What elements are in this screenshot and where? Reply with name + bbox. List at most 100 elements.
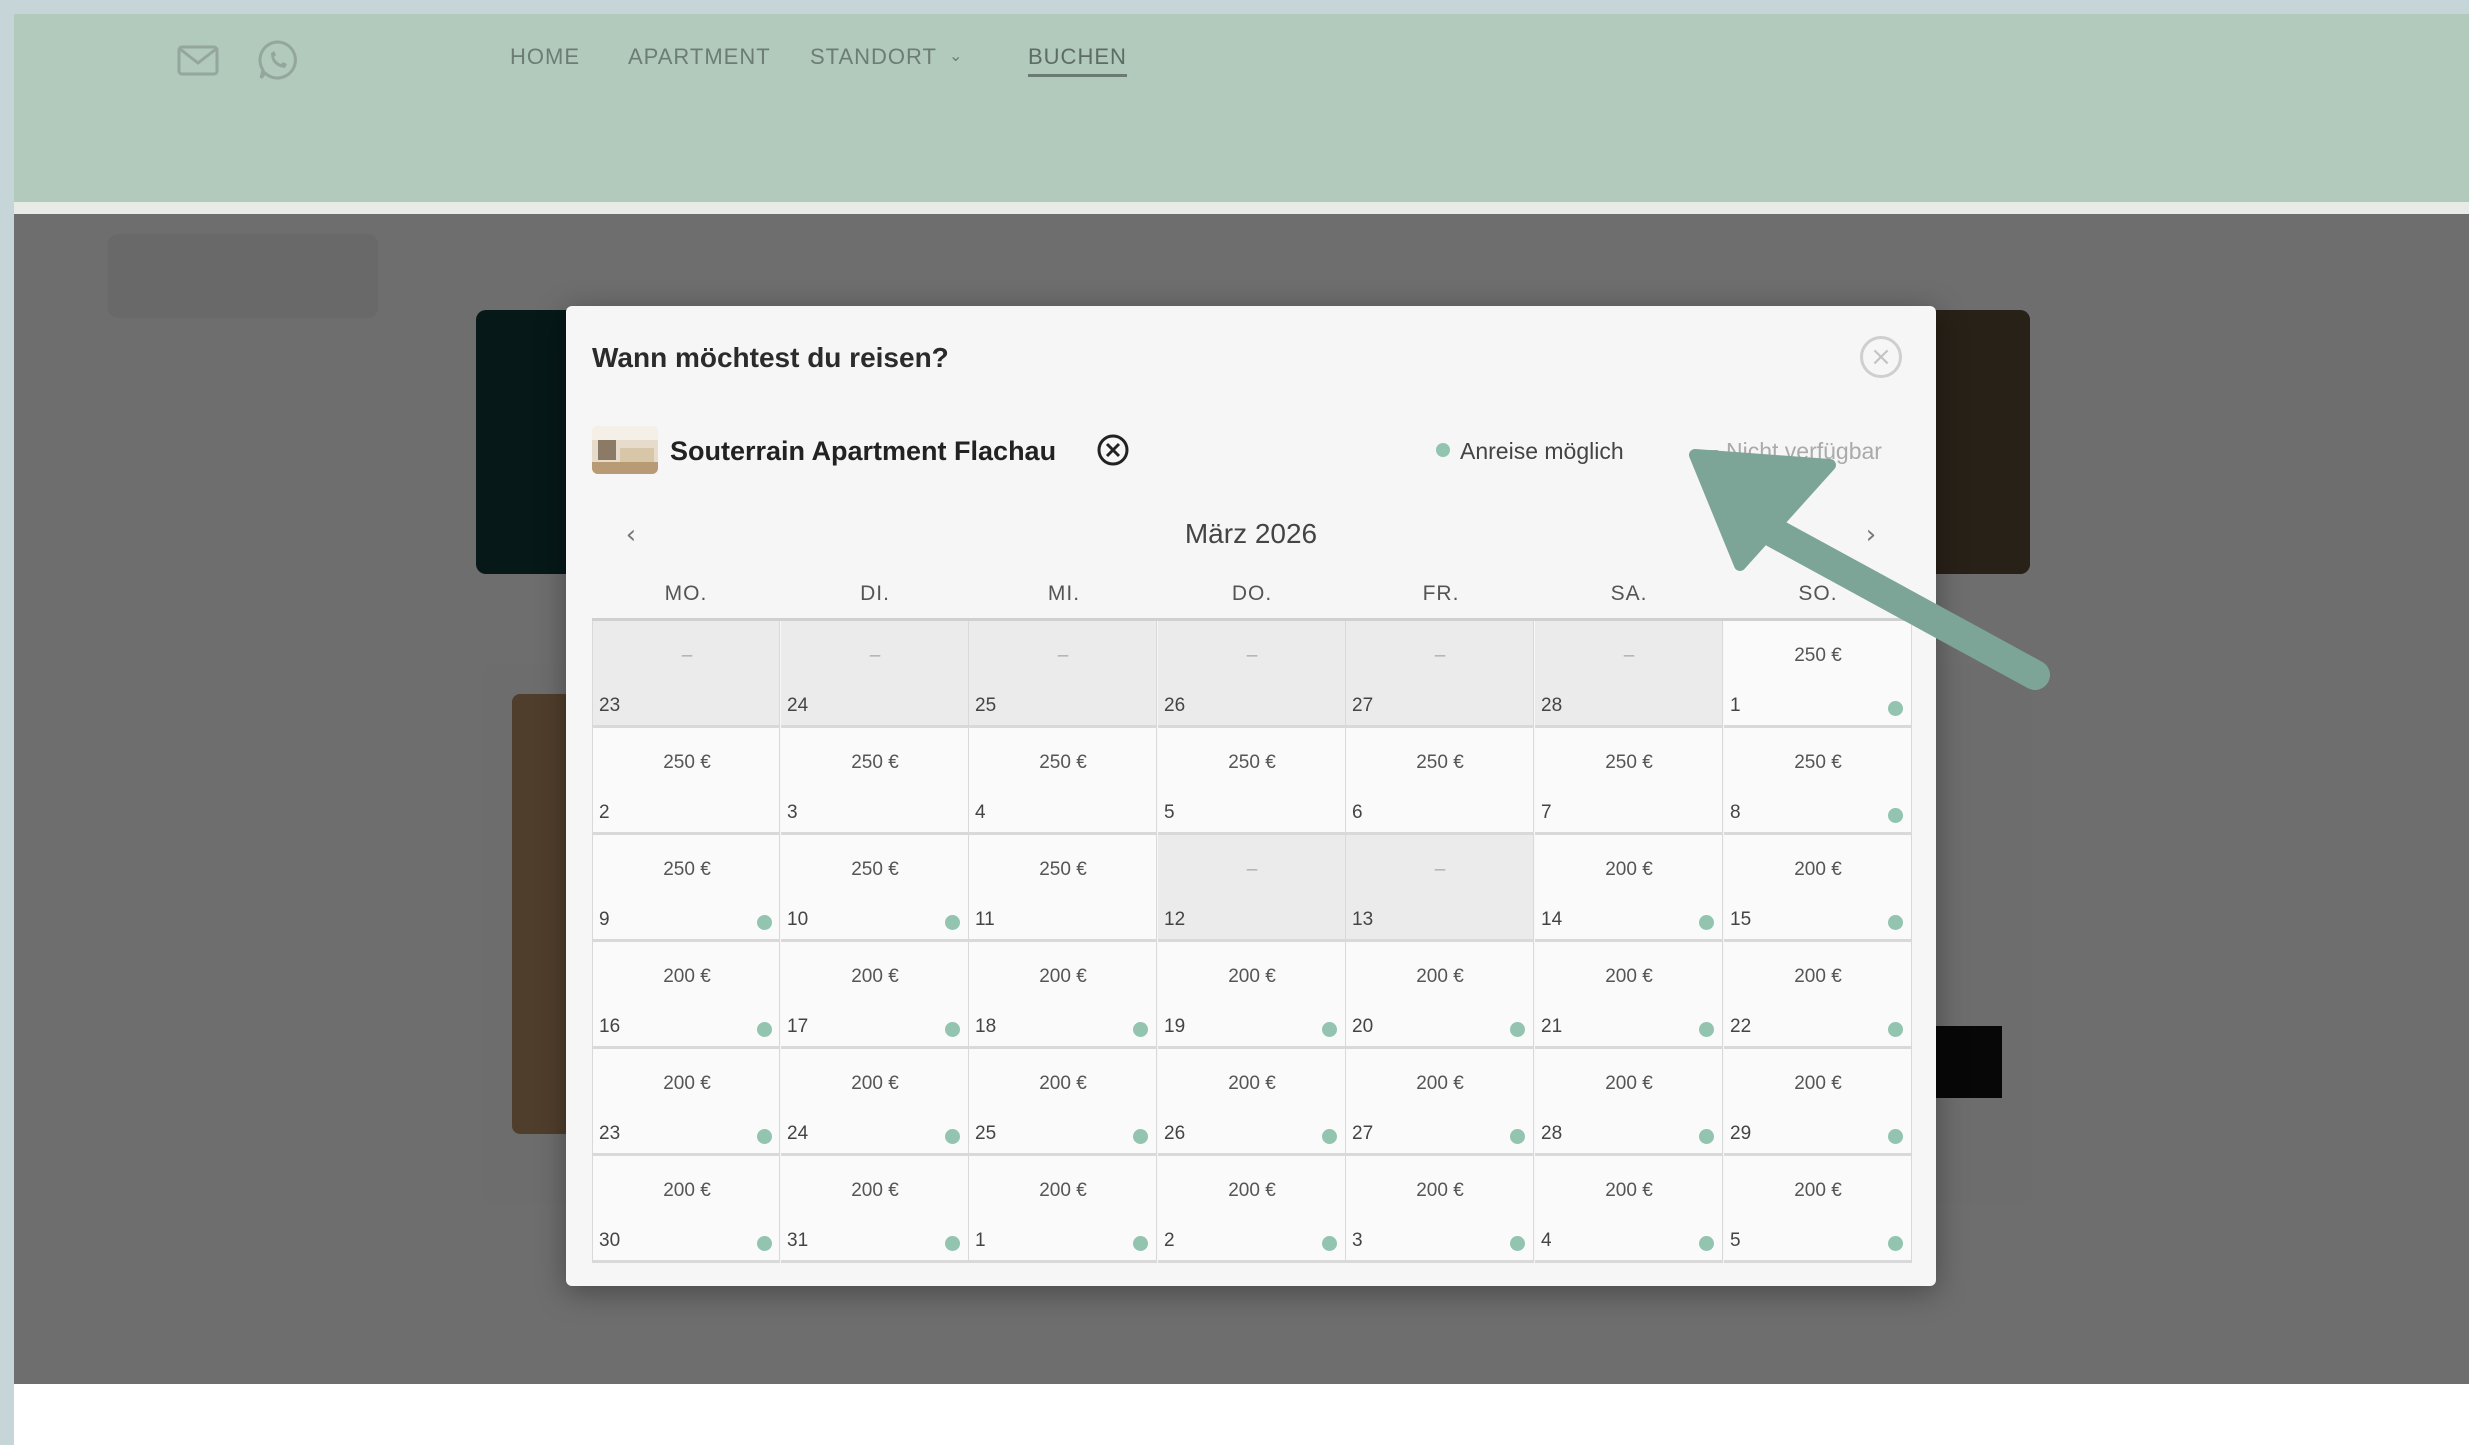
chevron-down-icon: ⌄ [948, 48, 964, 65]
calendar-day-cell[interactable]: 200 € 3 [1346, 1156, 1534, 1263]
day-number: 3 [1352, 1230, 1363, 1251]
calendar-day-cell[interactable]: 200 € 24 [781, 1049, 969, 1156]
available-dot-icon [1699, 1129, 1714, 1144]
calendar-day-cell[interactable]: 200 € 18 [969, 942, 1157, 1049]
available-dot-icon [945, 915, 960, 930]
calendar-day-cell[interactable]: 250 € 5 [1158, 728, 1346, 835]
available-dot-icon [1510, 1236, 1525, 1251]
day-number: 26 [1164, 695, 1186, 716]
chevron-left-icon[interactable]: ‹ [616, 520, 646, 560]
calendar-day-cell[interactable]: 250 € 7 [1535, 728, 1723, 835]
calendar-day-cell[interactable]: 200 € 14 [1535, 835, 1723, 942]
day-price: – [1057, 645, 1069, 666]
legend-available: Anreise möglich [1436, 438, 1624, 465]
day-number: 11 [975, 909, 995, 930]
calendar-day-cell[interactable]: 200 € 28 [1535, 1049, 1723, 1156]
day-number: 23 [599, 695, 621, 716]
calendar-day-cell[interactable]: 250 € 10 [781, 835, 969, 942]
day-price: 250 € [1605, 752, 1653, 773]
calendar-day-cell[interactable]: 200 € 2 [1158, 1156, 1346, 1263]
calendar-day-cell[interactable]: 200 € 20 [1346, 942, 1534, 1049]
calendar-day-cell[interactable]: 200 € 27 [1346, 1049, 1534, 1156]
available-dot-icon [1436, 443, 1450, 457]
nav-buchen[interactable]: BUCHEN [1028, 44, 1127, 77]
available-dot-icon [1888, 701, 1903, 716]
available-dot-icon [945, 1022, 960, 1037]
available-dot-icon [1888, 1129, 1903, 1144]
calendar-day-cell[interactable]: 250 € 11 [969, 835, 1157, 942]
available-dot-icon [1699, 915, 1714, 930]
day-price: 200 € [1605, 1073, 1653, 1094]
calendar-day-cell[interactable]: 250 € 6 [1346, 728, 1534, 835]
day-number: 7 [1541, 802, 1552, 823]
day-price: 250 € [1794, 752, 1842, 773]
day-price: 200 € [1794, 1073, 1842, 1094]
available-dot-icon [1699, 1236, 1714, 1251]
calendar-day-cell[interactable]: 200 € 16 [592, 942, 780, 1049]
calendar-day-cell[interactable]: 200 € 25 [969, 1049, 1157, 1156]
day-number: 16 [599, 1016, 621, 1037]
remove-circle-icon[interactable] [1096, 433, 1130, 467]
weekday-di: DI. [860, 582, 890, 605]
day-number: 6 [1352, 802, 1363, 823]
available-dot-icon [1133, 1022, 1148, 1037]
day-price: 200 € [663, 1073, 711, 1094]
day-number: 23 [599, 1123, 621, 1144]
day-price: – [1246, 645, 1258, 666]
calendar-day-cell: – 25 [969, 621, 1157, 728]
calendar-day-cell[interactable]: 250 € 2 [592, 728, 780, 835]
weekday-mo: MO. [664, 582, 708, 605]
calendar-day-cell[interactable]: 200 € 17 [781, 942, 969, 1049]
day-price: 250 € [1039, 859, 1087, 880]
day-price: – [1246, 859, 1258, 880]
calendar-day-cell[interactable]: 250 € 4 [969, 728, 1157, 835]
whatsapp-icon[interactable] [254, 36, 302, 84]
calendar-grid: –23–24–25–26–27–28 250 €1 250 €2 250 €3 250 … [592, 618, 1912, 1263]
calendar-day-cell[interactable]: 250 € 8 [1724, 728, 1912, 835]
calendar-day-cell[interactable]: 200 € 29 [1724, 1049, 1912, 1156]
calendar-day-cell[interactable]: 200 € 4 [1535, 1156, 1723, 1263]
day-price: – [869, 645, 881, 666]
calendar-day-cell: – 12 [1158, 835, 1346, 942]
mail-icon[interactable] [174, 36, 222, 84]
nav-standort[interactable]: STANDORT ⌄ [810, 44, 963, 70]
weekday-mi: MI. [1047, 582, 1081, 605]
available-dot-icon [1510, 1129, 1525, 1144]
calendar-day-cell[interactable]: 200 € 26 [1158, 1049, 1346, 1156]
calendar-day-cell: – 26 [1158, 621, 1346, 728]
calendar-day-cell[interactable]: 200 € 31 [781, 1156, 969, 1263]
day-number: 4 [1541, 1230, 1552, 1251]
available-dot-icon [1322, 1236, 1337, 1251]
day-number: 26 [1164, 1123, 1186, 1144]
calendar-day-cell[interactable]: 200 € 15 [1724, 835, 1912, 942]
day-number: 5 [1730, 1230, 1741, 1251]
day-price: 200 € [663, 1180, 711, 1201]
available-dot-icon [757, 1022, 772, 1037]
day-price: 200 € [1039, 1073, 1087, 1094]
day-number: 18 [975, 1016, 997, 1037]
nav-home[interactable]: HOME [510, 44, 580, 70]
calendar-day-cell[interactable]: 250 € 9 [592, 835, 780, 942]
calendar-day-cell[interactable]: 200 € 30 [592, 1156, 780, 1263]
calendar-day-cell[interactable]: 250 € 3 [781, 728, 969, 835]
calendar-day-cell[interactable]: 200 € 23 [592, 1049, 780, 1156]
calendar-day-cell[interactable]: 200 € 21 [1535, 942, 1723, 1049]
day-price: 200 € [1228, 966, 1276, 987]
calendar-day-cell[interactable]: 200 € 1 [969, 1156, 1157, 1263]
day-price: 250 € [851, 752, 899, 773]
calendar-day-cell[interactable]: 200 € 5 [1724, 1156, 1912, 1263]
day-number: 8 [1730, 802, 1741, 823]
site-header: HOME APARTMENT STANDORT ⌄ BUCHEN [14, 14, 2469, 202]
day-number: 28 [1541, 1123, 1563, 1144]
nav-apartment[interactable]: APARTMENT [628, 44, 771, 70]
available-dot-icon [945, 1236, 960, 1251]
day-number: 17 [787, 1016, 809, 1037]
weekday-do: DO. [1231, 582, 1273, 605]
calendar-day-cell[interactable]: 200 € 22 [1724, 942, 1912, 1049]
day-number: 10 [787, 909, 809, 930]
calendar-day-cell[interactable]: 200 € 19 [1158, 942, 1346, 1049]
available-dot-icon [1322, 1129, 1337, 1144]
calendar-day-cell: – 23 [592, 621, 780, 728]
close-icon[interactable]: × [1860, 336, 1902, 378]
day-price: 200 € [1605, 859, 1653, 880]
